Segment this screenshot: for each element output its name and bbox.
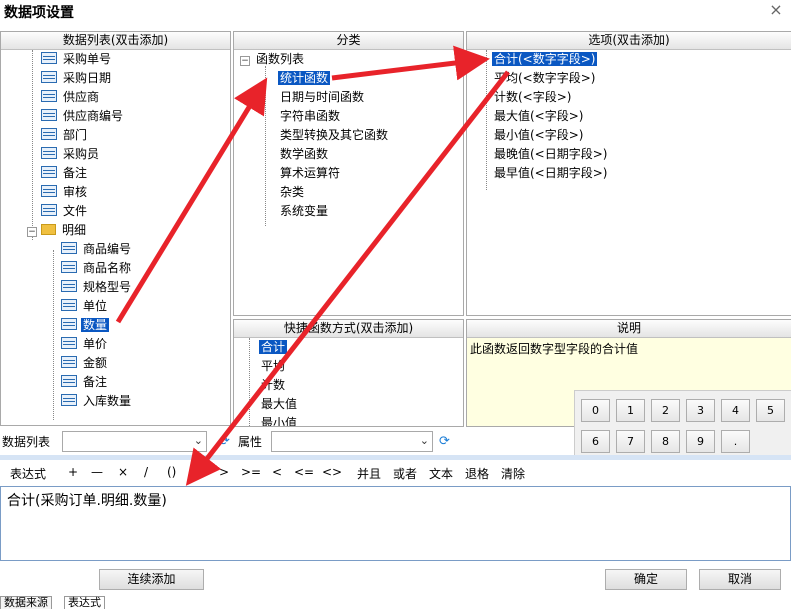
annotation-arrows (115, 45, 510, 486)
arrow-to-category (115, 77, 268, 324)
arrow-to-expression (185, 70, 510, 486)
arrow-to-option (331, 45, 490, 81)
